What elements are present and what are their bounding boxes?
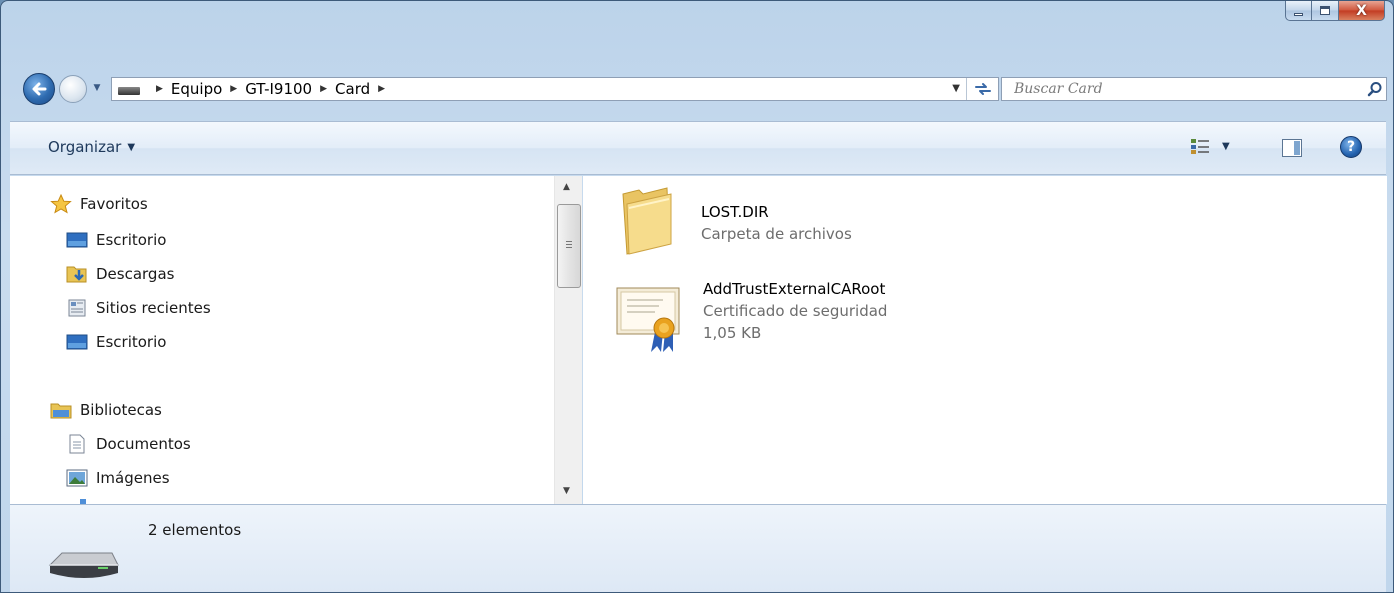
nav-bibliotecas-label: Bibliotecas (80, 401, 162, 419)
breadcrumb-separator-icon[interactable]: ▶ (378, 84, 385, 94)
caption-buttons: X (1285, 1, 1385, 21)
nav-favorites[interactable]: Favoritos (50, 194, 148, 214)
nav-descargas-label: Descargas (96, 265, 175, 283)
minimize-icon (1294, 12, 1303, 16)
downloads-icon (66, 264, 88, 284)
help-icon: ? (1346, 139, 1356, 155)
navigation-pane: Favoritos Escritorio Descargas Sitios re… (10, 176, 554, 504)
scroll-down-icon[interactable]: ▼ (563, 486, 570, 496)
libraries-icon (50, 400, 72, 420)
breadcrumb-separator-icon[interactable]: ▶ (156, 84, 163, 94)
search-box (1001, 77, 1387, 101)
file-type: Certificado de seguridad (703, 302, 888, 320)
forward-button[interactable] (59, 75, 87, 103)
desktop-icon (66, 332, 88, 352)
nav-bibliotecas[interactable]: Bibliotecas (50, 400, 162, 420)
scroll-thumb[interactable] (557, 204, 581, 288)
certificate-icon (615, 280, 681, 356)
address-bar[interactable]: ▶ Equipo ▶ GT-I9100 ▶ Card ▶ ▼ (111, 77, 999, 101)
maximize-button[interactable] (1312, 1, 1339, 21)
breadcrumb-gt-i9100[interactable]: GT-I9100 (245, 80, 312, 98)
file-item-lost-dir[interactable]: LOST.DIR Carpeta de archivos (619, 186, 852, 256)
breadcrumb: ▶ Equipo ▶ GT-I9100 ▶ Card ▶ (148, 80, 393, 98)
chevron-down-icon: ▼ (127, 141, 136, 153)
change-view-button[interactable]: ▼ (1190, 137, 1230, 155)
close-button[interactable]: X (1339, 1, 1385, 21)
nav-documentos-label: Documentos (96, 435, 191, 453)
preview-pane-button[interactable] (1282, 139, 1302, 157)
nav-escritorio-2-label: Escritorio (96, 333, 167, 351)
recent-places-icon (66, 298, 88, 318)
view-list-icon (1191, 139, 1209, 154)
breadcrumb-card[interactable]: Card (335, 80, 370, 98)
document-icon (66, 434, 88, 454)
navigation-bar: ▼ ▶ Equipo ▶ GT-I9100 ▶ Card ▶ ▼ (23, 69, 1387, 109)
pictures-icon (66, 468, 88, 488)
nav-sitios-recientes-label: Sitios recientes (96, 299, 211, 317)
arrow-left-icon (32, 82, 47, 96)
search-icon[interactable] (1364, 78, 1386, 100)
nav-imagenes-label: Imágenes (96, 469, 170, 487)
star-icon (50, 194, 72, 214)
file-name: LOST.DIR (701, 203, 769, 221)
grip-icon (566, 241, 572, 250)
help-button[interactable]: ? (1340, 136, 1362, 158)
organize-button[interactable]: Organizar ▼ (48, 138, 135, 156)
nav-favorites-label: Favoritos (80, 195, 148, 213)
search-input[interactable] (1002, 78, 1364, 100)
organize-label: Organizar (48, 138, 122, 156)
scroll-up-icon[interactable]: ▲ (563, 182, 570, 192)
nav-imagenes[interactable]: Imágenes (66, 468, 170, 488)
file-name: AddTrustExternalCARoot (703, 280, 886, 298)
folder-icon (619, 186, 675, 256)
maximize-icon (1320, 6, 1330, 15)
file-list: LOST.DIR Carpeta de archivos AddTrustExt… (583, 176, 1387, 504)
navigation-scrollbar[interactable]: ▲ ▼ (554, 176, 582, 504)
minimize-button[interactable] (1285, 1, 1312, 21)
command-bar: Organizar ▼ ▼ ? (10, 121, 1386, 175)
breadcrumb-separator-icon[interactable]: ▶ (320, 84, 327, 94)
refresh-icon (974, 83, 991, 95)
chevron-down-icon: ▼ (93, 83, 101, 93)
nav-descargas[interactable]: Descargas (66, 264, 174, 284)
close-icon: X (1356, 2, 1367, 19)
back-button[interactable] (23, 73, 55, 105)
nav-escritorio-label: Escritorio (96, 231, 167, 249)
address-dropdown-icon[interactable]: ▼ (952, 83, 960, 94)
explorer-window: X ▼ ▶ Equipo ▶ GT-I9100 ▶ Card ▶ ▼ Busca… (0, 0, 1394, 593)
details-pane: 2 elementos (10, 504, 1386, 592)
breadcrumb-equipo[interactable]: Equipo (171, 80, 222, 98)
file-item-addtrust[interactable]: AddTrustExternalCARoot Certificado de se… (615, 280, 887, 356)
drive-icon (118, 87, 140, 95)
file-type: Carpeta de archivos (701, 225, 852, 243)
nav-escritorio-2[interactable]: Escritorio (66, 332, 166, 352)
nav-sitios-recientes[interactable]: Sitios recientes (66, 298, 211, 318)
file-size: 1,05 KB (703, 324, 762, 342)
removable-drive-icon (46, 545, 122, 585)
breadcrumb-separator-icon[interactable]: ▶ (230, 84, 237, 94)
desktop-icon (66, 230, 88, 250)
chevron-down-icon: ▼ (1222, 140, 1230, 152)
recent-pages-button[interactable]: ▼ (91, 82, 103, 94)
nav-escritorio[interactable]: Escritorio (66, 230, 166, 250)
refresh-button[interactable] (966, 78, 998, 100)
nav-documentos[interactable]: Documentos (66, 434, 191, 454)
item-count: 2 elementos (148, 521, 242, 539)
